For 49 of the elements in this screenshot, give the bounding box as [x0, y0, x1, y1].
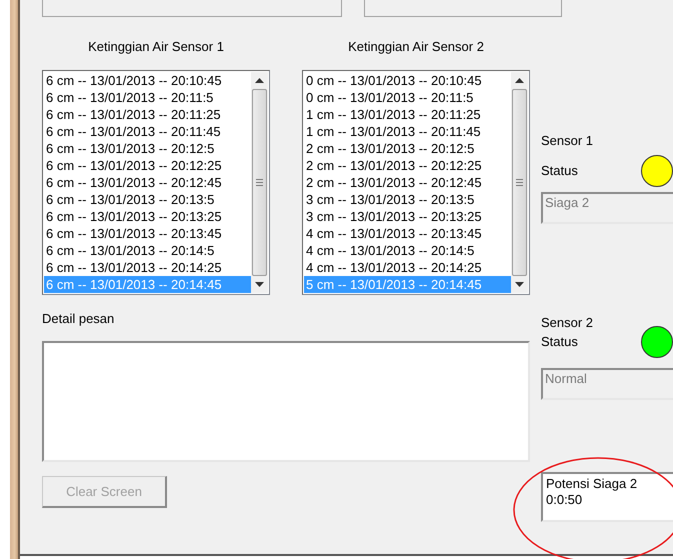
- scroll-up-icon[interactable]: [515, 78, 524, 83]
- list-item[interactable]: 0 cm -- 13/01/2013 -- 20:11:5: [304, 89, 511, 106]
- scroll-thumb[interactable]: [512, 89, 527, 276]
- list-item[interactable]: 6 cm -- 13/01/2013 -- 20:13:5: [44, 191, 251, 208]
- alert-text: Potensi Siaga 2: [546, 476, 638, 492]
- message-field[interactable]: [42, 341, 530, 462]
- text-field[interactable]: [364, 0, 562, 17]
- list-item[interactable]: 4 cm -- 13/01/2013 -- 20:14:5: [304, 242, 511, 259]
- list-item[interactable]: 3 cm -- 13/01/2013 -- 20:13:25: [304, 208, 511, 225]
- list-item[interactable]: 6 cm -- 13/01/2013 -- 20:11:5: [44, 89, 251, 106]
- sensor-label: Sensor 2: [541, 315, 594, 331]
- list-item[interactable]: 1 cm -- 13/01/2013 -- 20:11:25: [304, 106, 511, 123]
- scrollbar[interactable]: [511, 72, 528, 293]
- list-item[interactable]: 6 cm -- 13/01/2013 -- 20:13:25: [44, 208, 251, 225]
- list-item[interactable]: 6 cm -- 13/01/2013 -- 20:14:25: [44, 259, 251, 276]
- detail-label: Detail pesan: [42, 311, 114, 327]
- list-item[interactable]: 6 cm -- 13/01/2013 -- 20:12:45: [44, 174, 251, 191]
- scroll-thumb[interactable]: [252, 89, 267, 276]
- list-label: Ketinggian Air Sensor 1: [88, 39, 224, 55]
- alert-field[interactable]: Potensi Siaga 2 0:0:50: [541, 472, 673, 522]
- status-label: Status: [541, 163, 578, 179]
- list-item[interactable]: 4 cm -- 13/01/2013 -- 20:13:45: [304, 225, 511, 242]
- scroll-down-icon[interactable]: [255, 282, 264, 287]
- list-item[interactable]: 2 cm -- 13/01/2013 -- 20:12:25: [304, 157, 511, 174]
- list-item[interactable]: 6 cm -- 13/01/2013 -- 20:12:5: [44, 140, 251, 157]
- list-item[interactable]: 6 cm -- 13/01/2013 -- 20:12:25: [44, 157, 251, 174]
- sensor-label: Sensor 1: [541, 133, 594, 149]
- list-item[interactable]: 4 cm -- 13/01/2013 -- 20:14:25: [304, 259, 511, 276]
- list-item[interactable]: 6 cm -- 13/01/2013 -- 20:11:45: [44, 123, 251, 140]
- list-box[interactable]: [302, 70, 530, 295]
- grip-icon: [516, 179, 523, 186]
- list-item[interactable]: 3 cm -- 13/01/2013 -- 20:13:5: [304, 191, 511, 208]
- status-label: Status: [541, 334, 578, 350]
- list-item[interactable]: 1 cm -- 13/01/2013 -- 20:11:45: [304, 123, 511, 140]
- scrollbar[interactable]: [251, 72, 268, 293]
- list-item[interactable]: 0 cm -- 13/01/2013 -- 20:10:45: [304, 72, 511, 89]
- list-box[interactable]: [42, 70, 270, 295]
- list-item[interactable]: 6 cm -- 13/01/2013 -- 20:14:5: [44, 242, 251, 259]
- list-item[interactable]: 2 cm -- 13/01/2013 -- 20:12:5: [304, 140, 511, 157]
- text-field[interactable]: [42, 0, 342, 17]
- scroll-up-icon[interactable]: [255, 78, 264, 83]
- list-item[interactable]: 6 cm -- 13/01/2013 -- 20:11:25: [44, 106, 251, 123]
- grip-icon: [256, 179, 263, 186]
- scroll-down-icon[interactable]: [515, 282, 524, 287]
- list-label: Ketinggian Air Sensor 2: [348, 39, 484, 55]
- alert-text: 0:0:50: [546, 492, 582, 508]
- list-item[interactable]: 6 cm -- 13/01/2013 -- 20:10:45: [44, 72, 251, 89]
- list-item[interactable]: 6 cm -- 13/01/2013 -- 20:13:45: [44, 225, 251, 242]
- list-item[interactable]: 2 cm -- 13/01/2013 -- 20:12:45: [304, 174, 511, 191]
